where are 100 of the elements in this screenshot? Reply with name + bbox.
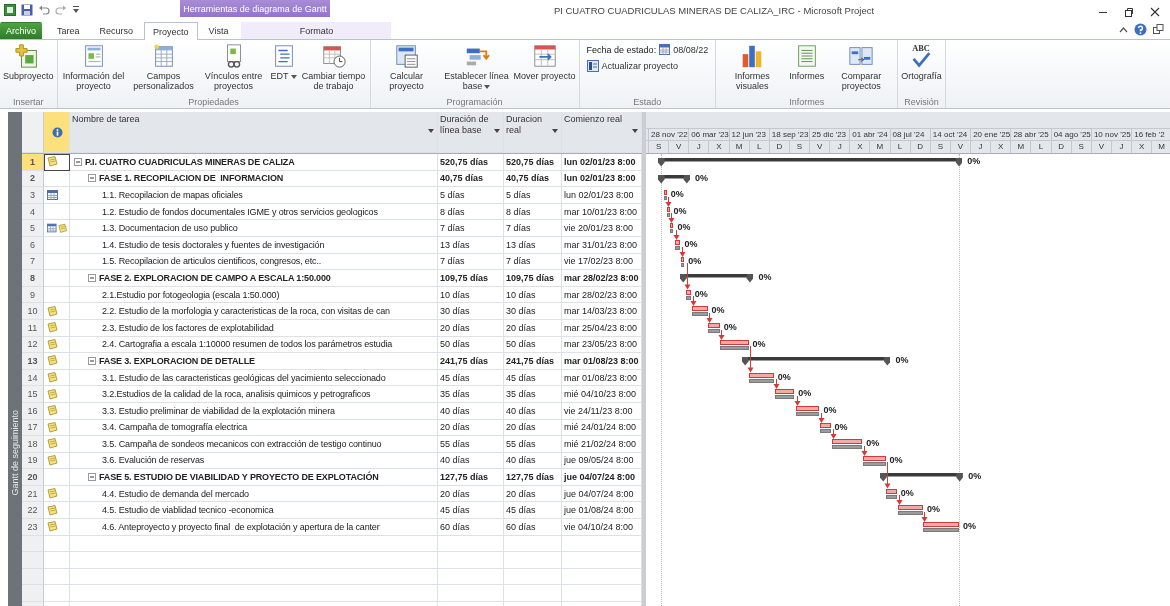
task-bar[interactable] bbox=[922, 522, 959, 533]
column-header[interactable]: Nombre de tarea bbox=[72, 114, 140, 125]
update-project-button[interactable]: Actualizar proyecto bbox=[586, 60, 679, 72]
column-header[interactable]: Duración de línea base bbox=[440, 114, 500, 136]
ribbon-button[interactable]: EDT bbox=[268, 43, 299, 81]
note-icon[interactable] bbox=[47, 338, 58, 350]
summary-bar[interactable] bbox=[657, 174, 690, 184]
task-bar[interactable] bbox=[663, 190, 667, 201]
collapse-icon[interactable] bbox=[88, 273, 96, 282]
note-icon[interactable] bbox=[47, 455, 58, 466]
ribbon-tab[interactable]: Vista bbox=[199, 22, 238, 39]
task-bar[interactable] bbox=[666, 206, 670, 217]
ribbon-button[interactable]: Mover proyecto bbox=[511, 43, 578, 81]
task-bar[interactable] bbox=[748, 372, 774, 383]
ribbon-tab[interactable]: Tarea bbox=[48, 22, 89, 39]
ribbon-tab[interactable]: Recurso bbox=[90, 22, 143, 39]
task-bar[interactable] bbox=[708, 322, 720, 333]
calendar-icon[interactable] bbox=[47, 223, 57, 234]
calendar-icon[interactable] bbox=[47, 190, 58, 200]
row-number[interactable]: 1 bbox=[22, 154, 44, 171]
column-header[interactable]: Duracion real bbox=[506, 114, 559, 136]
ribbon-button[interactable]: Vínculos entre proyectos bbox=[198, 43, 269, 91]
timescale-day-label: M bbox=[728, 141, 749, 153]
progress-label: 0% bbox=[889, 454, 903, 465]
ribbon-button[interactable]: Informes visuales bbox=[717, 43, 788, 91]
dependency-arrow bbox=[895, 495, 903, 506]
task-bar[interactable] bbox=[686, 289, 691, 300]
note-icon[interactable] bbox=[47, 421, 58, 433]
window-icon[interactable] bbox=[1153, 24, 1164, 35]
app-icon[interactable] bbox=[4, 4, 16, 16]
task-bar[interactable] bbox=[897, 505, 923, 516]
ribbon-button[interactable]: Calcular proyecto bbox=[371, 43, 442, 91]
undo-icon[interactable] bbox=[38, 4, 50, 16]
summary-bar[interactable] bbox=[741, 357, 891, 367]
note-icon[interactable] bbox=[47, 504, 58, 516]
row-number[interactable]: 23 bbox=[22, 519, 44, 536]
filter-arrow-icon[interactable] bbox=[428, 129, 434, 133]
restore-icon[interactable] bbox=[1124, 7, 1134, 17]
task-bar[interactable] bbox=[885, 488, 897, 499]
task-bar[interactable] bbox=[820, 422, 831, 433]
actual-duration: 20 días bbox=[506, 422, 536, 433]
note-icon[interactable] bbox=[47, 372, 58, 383]
ribbon-button[interactable]: Campos personalizados bbox=[128, 43, 199, 91]
status-date-button[interactable]: 08/08/22 bbox=[659, 44, 709, 55]
note-icon[interactable] bbox=[47, 488, 58, 500]
filter-arrow-icon[interactable] bbox=[494, 129, 500, 133]
collapse-icon[interactable] bbox=[88, 356, 96, 365]
row-number[interactable]: 20 bbox=[22, 469, 44, 486]
collapse-icon[interactable] bbox=[88, 174, 96, 183]
row-number[interactable]: 22 bbox=[22, 502, 44, 520]
ribbon-button[interactable]: ABC Ortografía bbox=[899, 43, 944, 81]
note-icon[interactable] bbox=[47, 305, 58, 317]
ribbon-button[interactable]: Establecer línea base bbox=[441, 43, 512, 91]
note-icon[interactable] bbox=[47, 156, 58, 168]
collapse-icon[interactable] bbox=[88, 473, 96, 482]
ribbon-button[interactable]: Cambiar tiempo de trabajo bbox=[298, 43, 369, 91]
row-number[interactable]: 15 bbox=[22, 386, 44, 403]
note-icon[interactable] bbox=[47, 521, 58, 533]
column-header[interactable]: Comienzo real bbox=[564, 114, 623, 125]
note-icon[interactable] bbox=[47, 355, 58, 367]
task-bar[interactable] bbox=[795, 405, 820, 416]
close-icon[interactable] bbox=[1150, 7, 1160, 17]
summary-bar[interactable] bbox=[657, 158, 963, 167]
note-icon[interactable] bbox=[47, 405, 58, 417]
note-icon[interactable] bbox=[47, 322, 58, 334]
baseline-duration: 13 días bbox=[440, 239, 470, 250]
timescale-day-label: V bbox=[949, 141, 970, 153]
ribbon-button[interactable]: Comparar proyectos bbox=[826, 43, 897, 91]
task-bar[interactable] bbox=[774, 389, 795, 400]
ribbon-button[interactable]: Información del proyecto bbox=[58, 43, 129, 91]
task-bar[interactable] bbox=[863, 455, 886, 466]
task-bar[interactable] bbox=[831, 439, 863, 450]
filter-arrow-icon[interactable] bbox=[552, 129, 558, 133]
row-number[interactable]: 5 bbox=[22, 220, 44, 237]
row-number[interactable]: 18 bbox=[22, 436, 44, 453]
collapse-ribbon-icon[interactable] bbox=[1119, 25, 1128, 34]
summary-bar[interactable] bbox=[680, 274, 754, 284]
actual-duration: 50 días bbox=[506, 339, 536, 350]
summary-bar[interactable] bbox=[880, 473, 964, 483]
task-bar[interactable] bbox=[691, 306, 708, 317]
help-icon[interactable] bbox=[1134, 23, 1147, 36]
task-bar[interactable] bbox=[670, 223, 674, 234]
row-number[interactable]: 10 bbox=[22, 303, 44, 320]
filter-arrow-icon[interactable] bbox=[632, 129, 638, 133]
row-number[interactable]: 8 bbox=[22, 270, 44, 287]
save-icon[interactable] bbox=[21, 4, 33, 16]
ribbon-tab[interactable]: Formato bbox=[241, 22, 392, 39]
ribbon-button[interactable]: Informes bbox=[787, 43, 827, 81]
ribbon-tab[interactable]: Proyecto bbox=[144, 22, 198, 40]
task-bar[interactable] bbox=[720, 339, 749, 350]
row-number[interactable]: 13 bbox=[22, 353, 44, 370]
task-bar[interactable] bbox=[674, 239, 681, 250]
task-bar[interactable] bbox=[681, 256, 685, 267]
baseline-duration: 50 días bbox=[440, 339, 470, 350]
collapse-icon[interactable] bbox=[74, 157, 82, 166]
note-icon[interactable] bbox=[47, 438, 58, 450]
ribbon-button[interactable]: Subproyecto bbox=[1, 43, 56, 81]
note-icon[interactable] bbox=[47, 388, 58, 400]
row-number[interactable]: 3 bbox=[22, 187, 44, 204]
ribbon-tab[interactable]: Archivo bbox=[0, 22, 42, 39]
